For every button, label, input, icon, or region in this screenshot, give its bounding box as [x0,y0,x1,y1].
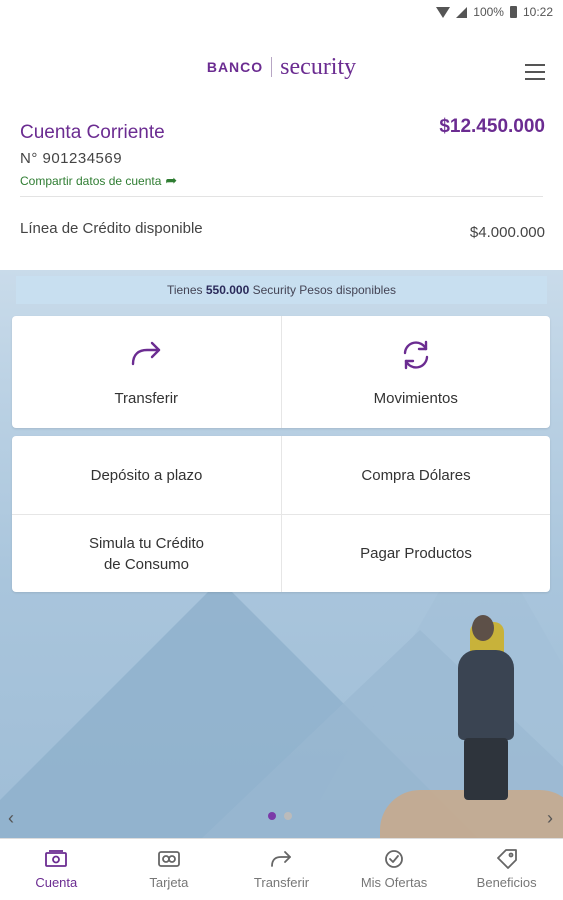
battery-percent: 100% [473,5,504,19]
nav-mis-ofertas[interactable]: Mis Ofertas [338,839,451,900]
hamburger-menu-icon[interactable] [525,64,545,80]
logo-security: security [280,53,357,80]
buy-dollars-button[interactable]: Compra Dólares [281,436,550,514]
points-prefix: Tienes [166,283,203,297]
logo-divider [271,57,273,77]
bank-logo: BANCO security [207,54,356,81]
credit-line-label: Línea de Crédito disponible [20,220,203,237]
transfer-icon [271,851,292,867]
simulate-credit-label: Simula tu Crédito de Consumo [88,534,205,573]
carousel-dot-2[interactable] [284,812,292,820]
carousel-next-icon[interactable]: › [547,808,553,829]
simulate-credit-button[interactable]: Simula tu Crédito de Consumo [12,514,281,592]
secondary-actions: Depósito a plazo Compra Dólares Simula t… [12,436,550,592]
carousel-dot-1[interactable] [268,812,276,820]
account-type[interactable]: Cuenta Corriente [20,122,165,144]
movements-label: Movimientos [373,389,458,407]
account-number: N° 901234569 [20,150,123,167]
logo-banco: BANCO [206,59,264,75]
term-deposit-button[interactable]: Depósito a plazo [12,436,281,514]
nav-beneficios-label: Beneficios [476,875,537,890]
nav-cuenta-label: Cuenta [35,875,78,890]
divider [20,196,543,197]
wifi-icon [436,6,451,18]
transfer-arrow-icon [132,341,161,365]
transfer-button[interactable]: Transferir [12,316,281,428]
card-icon [157,851,180,867]
buy-dollars-label: Compra Dólares [361,466,471,484]
check-circle-icon [385,850,403,868]
points-amount: 550.000 [205,283,250,297]
nav-transferir-label: Transferir [253,875,310,890]
account-balance: $12.450.000 [439,116,545,137]
signal-icon [456,6,468,18]
share-account-label: Compartir datos de cuenta [20,173,162,188]
status-bar: 100% 10:22 [0,0,563,24]
primary-actions: Transferir Movimientos [12,316,550,428]
pay-products-label: Pagar Productos [360,545,472,562]
share-account-link[interactable]: Compartir datos de cuenta ➦ [20,172,177,189]
clock: 10:22 [522,5,553,19]
nav-tarjeta[interactable]: Tarjeta [113,839,226,900]
pay-products-button[interactable]: Pagar Productos [281,514,550,592]
nav-cuenta[interactable]: Cuenta [0,839,113,900]
credit-line-value: $4.000.000 [469,224,545,241]
movements-button[interactable]: Movimientos [280,316,551,428]
nav-mis-ofertas-label: Mis Ofertas [360,875,428,890]
account-card: Cuenta Corriente $12.450.000 N° 90123456… [0,110,563,270]
term-deposit-label: Depósito a plazo [90,466,203,484]
bottom-navigation: Cuenta Tarjeta Transferir Mis Ofertas Be… [0,838,563,900]
carousel-prev-icon[interactable]: ‹ [8,808,14,829]
tag-icon [496,849,517,869]
points-suffix: Security Pesos disponibles [252,283,397,297]
app-header: BANCO security [0,24,563,110]
nav-transferir[interactable]: Transferir [225,839,338,900]
refresh-icon [403,340,428,369]
money-icon [45,850,68,867]
carousel-indicator [268,812,292,820]
security-pesos-banner: Tienes 550.000 Security Pesos disponible… [16,276,547,304]
transfer-label: Transferir [114,389,179,407]
share-arrow-icon: ➦ [165,172,178,188]
battery-icon [509,6,517,18]
nav-tarjeta-label: Tarjeta [149,875,189,890]
nav-beneficios[interactable]: Beneficios [450,839,563,900]
